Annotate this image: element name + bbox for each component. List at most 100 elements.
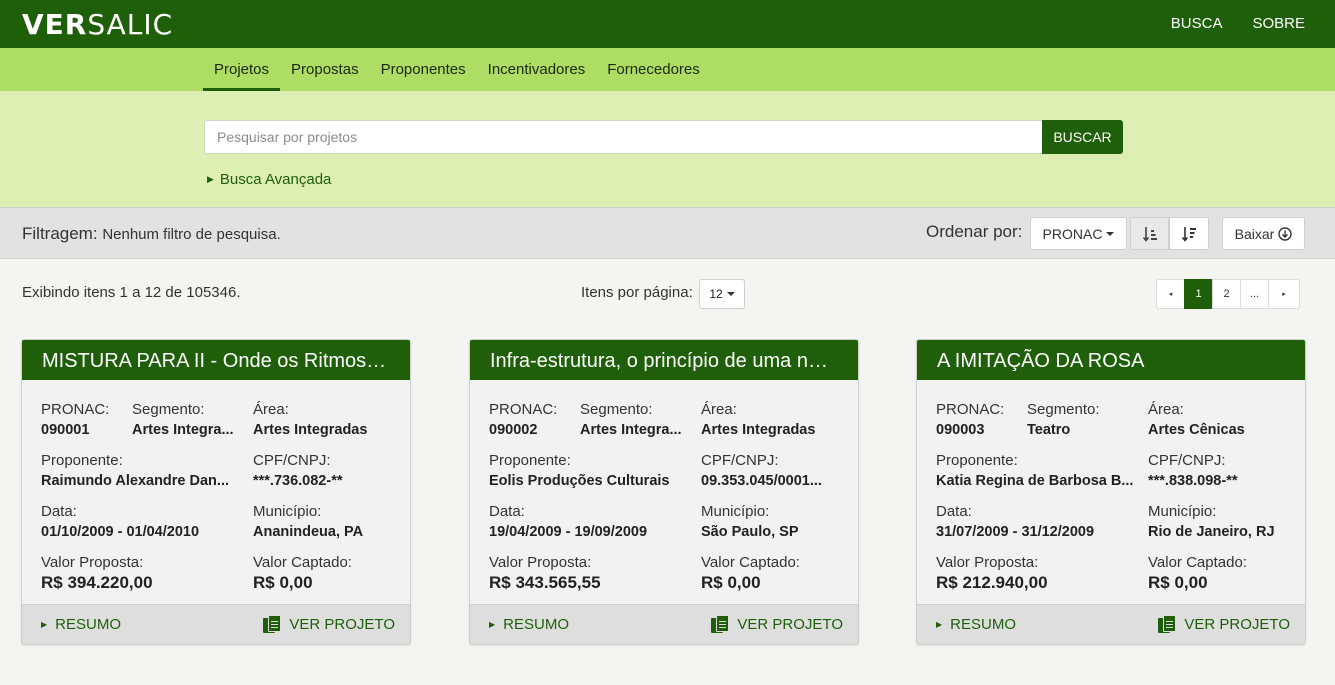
ver-projeto-button[interactable]: VER PROJETO (711, 615, 843, 634)
tab-proponentes[interactable]: Proponentes (370, 48, 477, 91)
caret-right-icon: ▶ (936, 620, 943, 629)
valor-captado-label: Valor Captado: (701, 554, 800, 571)
pagination: ◂ 1 2 ... ▸ (1156, 279, 1300, 309)
advanced-search-label: Busca Avançada (219, 171, 332, 188)
caret-right-icon: ▶ (207, 174, 214, 184)
data-label: Data: (489, 503, 525, 520)
valor-captado-field: Valor Captado: R$ 0,00 (701, 553, 846, 593)
cpf-cnpj-label: CPF/CNPJ: (1148, 452, 1226, 469)
area-label: Área: (701, 401, 737, 418)
project-title[interactable]: A IMITAÇÃO DA ROSA (917, 340, 1305, 380)
resumo-toggle[interactable]: ▶ RESUMO (936, 616, 1016, 633)
cpf-cnpj-field: CPF/CNPJ: ***.838.098-** (1148, 451, 1293, 491)
resumo-toggle[interactable]: ▶ RESUMO (41, 616, 121, 633)
order-by-value: PRONAC (1042, 225, 1103, 242)
card-footer: ▶ RESUMO VER PROJETO (22, 604, 410, 644)
chevron-left-icon: ◂ (1168, 291, 1173, 298)
proponente-value: Katia Regina de Barbosa B... (936, 473, 1134, 489)
pagination-prev-button[interactable]: ◂ (1156, 279, 1185, 309)
proponente-field: Proponente: Katia Regina de Barbosa B... (936, 451, 1136, 491)
municipio-label: Município: (253, 503, 322, 520)
download-icon (1278, 226, 1293, 241)
ver-projeto-button[interactable]: VER PROJETO (263, 615, 395, 634)
per-page-select[interactable]: 12 (699, 279, 745, 309)
valor-captado-label: Valor Captado: (1148, 554, 1247, 571)
segmento-value: Artes Integra... (132, 422, 234, 438)
download-label: Baixar (1234, 225, 1275, 242)
municipio-field: Município: Rio de Janeiro, RJ (1148, 502, 1293, 542)
tab-propostas[interactable]: Propostas (280, 48, 370, 91)
sort-ascending-button[interactable] (1130, 217, 1169, 250)
area-field: Área: Artes Cênicas (1148, 400, 1293, 440)
nav-sobre-link[interactable]: SOBRE (1252, 15, 1305, 32)
sort-ascending-icon (1142, 226, 1157, 242)
cpf-cnpj-value: ***.838.098-** (1148, 473, 1238, 489)
municipio-label: Município: (1148, 503, 1217, 520)
pagination-page-1[interactable]: 1 (1184, 279, 1213, 309)
project-title[interactable]: Infra-estrutura, o princípio de uma nov.… (470, 340, 858, 380)
project-card: A IMITAÇÃO DA ROSA PRONAC: 090003 Segment… (916, 339, 1306, 645)
order-by-dropdown[interactable]: PRONAC (1030, 217, 1127, 250)
sort-descending-icon (1182, 226, 1196, 242)
cpf-cnpj-value: ***.736.082-** (253, 473, 343, 489)
data-label: Data: (41, 503, 77, 520)
valor-proposta-value: R$ 212.940,00 (936, 573, 1048, 592)
per-page-value: 12 (709, 287, 723, 301)
advanced-search-toggle[interactable]: ▶ Busca Avançada (207, 171, 331, 188)
tab-incentivadores[interactable]: Incentivadores (477, 48, 597, 91)
area-label: Área: (1148, 401, 1184, 418)
top-bar: VERSALIC BUSCA SOBRE (0, 0, 1335, 48)
documents-icon (263, 615, 282, 634)
ver-projeto-button[interactable]: VER PROJETO (1158, 615, 1290, 634)
chevron-right-icon: ▸ (1282, 291, 1286, 298)
logo[interactable]: VERSALIC (22, 8, 173, 41)
data-value: 01/10/2009 - 01/04/2010 (41, 524, 200, 540)
caret-down-icon (1106, 231, 1115, 236)
proponente-label: Proponente: (41, 452, 123, 469)
ver-projeto-label: VER PROJETO (1184, 616, 1290, 633)
nav-busca-link[interactable]: BUSCA (1171, 15, 1223, 32)
data-field: Data: 01/10/2009 - 01/04/2010 (41, 502, 246, 542)
valor-proposta-field: Valor Proposta: R$ 343.565,55 (489, 553, 689, 593)
logo-bold-text: VER (22, 8, 88, 41)
download-button[interactable]: Baixar (1222, 217, 1305, 250)
area-field: Área: Artes Integradas (701, 400, 846, 440)
filter-status: Filtragem: Nenhum filtro de pesquisa. (22, 224, 281, 244)
valor-captado-value: R$ 0,00 (253, 573, 313, 592)
pagination-next-button[interactable]: ▸ (1268, 279, 1300, 309)
proponente-field: Proponente: Raimundo Alexandre Dan... (41, 451, 241, 491)
ver-projeto-label: VER PROJETO (737, 616, 843, 633)
pagination-page-2[interactable]: 2 (1212, 279, 1241, 309)
cpf-cnpj-label: CPF/CNPJ: (253, 452, 331, 469)
segmento-value: Teatro (1027, 422, 1071, 438)
caret-down-icon (726, 292, 735, 296)
data-value: 19/04/2009 - 19/09/2009 (489, 524, 648, 540)
search-input[interactable] (204, 120, 1043, 154)
pronac-value: 090002 (489, 422, 538, 438)
area-value: Artes Integradas (701, 422, 816, 438)
tab-fornecedores[interactable]: Fornecedores (596, 48, 711, 91)
area-value: Artes Integradas (253, 422, 368, 438)
resumo-toggle[interactable]: ▶ RESUMO (489, 616, 569, 633)
data-field: Data: 31/07/2009 - 31/12/2009 (936, 502, 1141, 542)
caret-right-icon: ▶ (489, 620, 496, 629)
pagination-ellipsis[interactable]: ... (1240, 279, 1269, 309)
area-label: Área: (253, 401, 289, 418)
pronac-label: PRONAC: (936, 401, 1005, 418)
valor-proposta-label: Valor Proposta: (936, 554, 1039, 571)
pronac-label: PRONAC: (41, 401, 110, 418)
cpf-cnpj-field: CPF/CNPJ: ***.736.082-** (253, 451, 398, 491)
search-button[interactable]: BUSCAR (1042, 120, 1123, 154)
card-footer: ▶ RESUMO VER PROJETO (917, 604, 1305, 644)
proponente-value: Eolis Produções Culturais (489, 473, 670, 489)
sort-descending-button[interactable] (1169, 217, 1209, 250)
data-field: Data: 19/04/2009 - 19/09/2009 (489, 502, 694, 542)
pronac-field: PRONAC: 090001 (41, 400, 109, 440)
project-card: MISTURA PARA II - Onde os Ritmos s... PR… (21, 339, 411, 645)
project-title[interactable]: MISTURA PARA II - Onde os Ritmos s... (22, 340, 410, 380)
resumo-label: RESUMO (55, 616, 121, 633)
tab-projetos[interactable]: Projetos (203, 48, 281, 91)
valor-captado-field: Valor Captado: R$ 0,00 (1148, 553, 1293, 593)
valor-proposta-label: Valor Proposta: (41, 554, 144, 571)
municipio-label: Município: (701, 503, 770, 520)
